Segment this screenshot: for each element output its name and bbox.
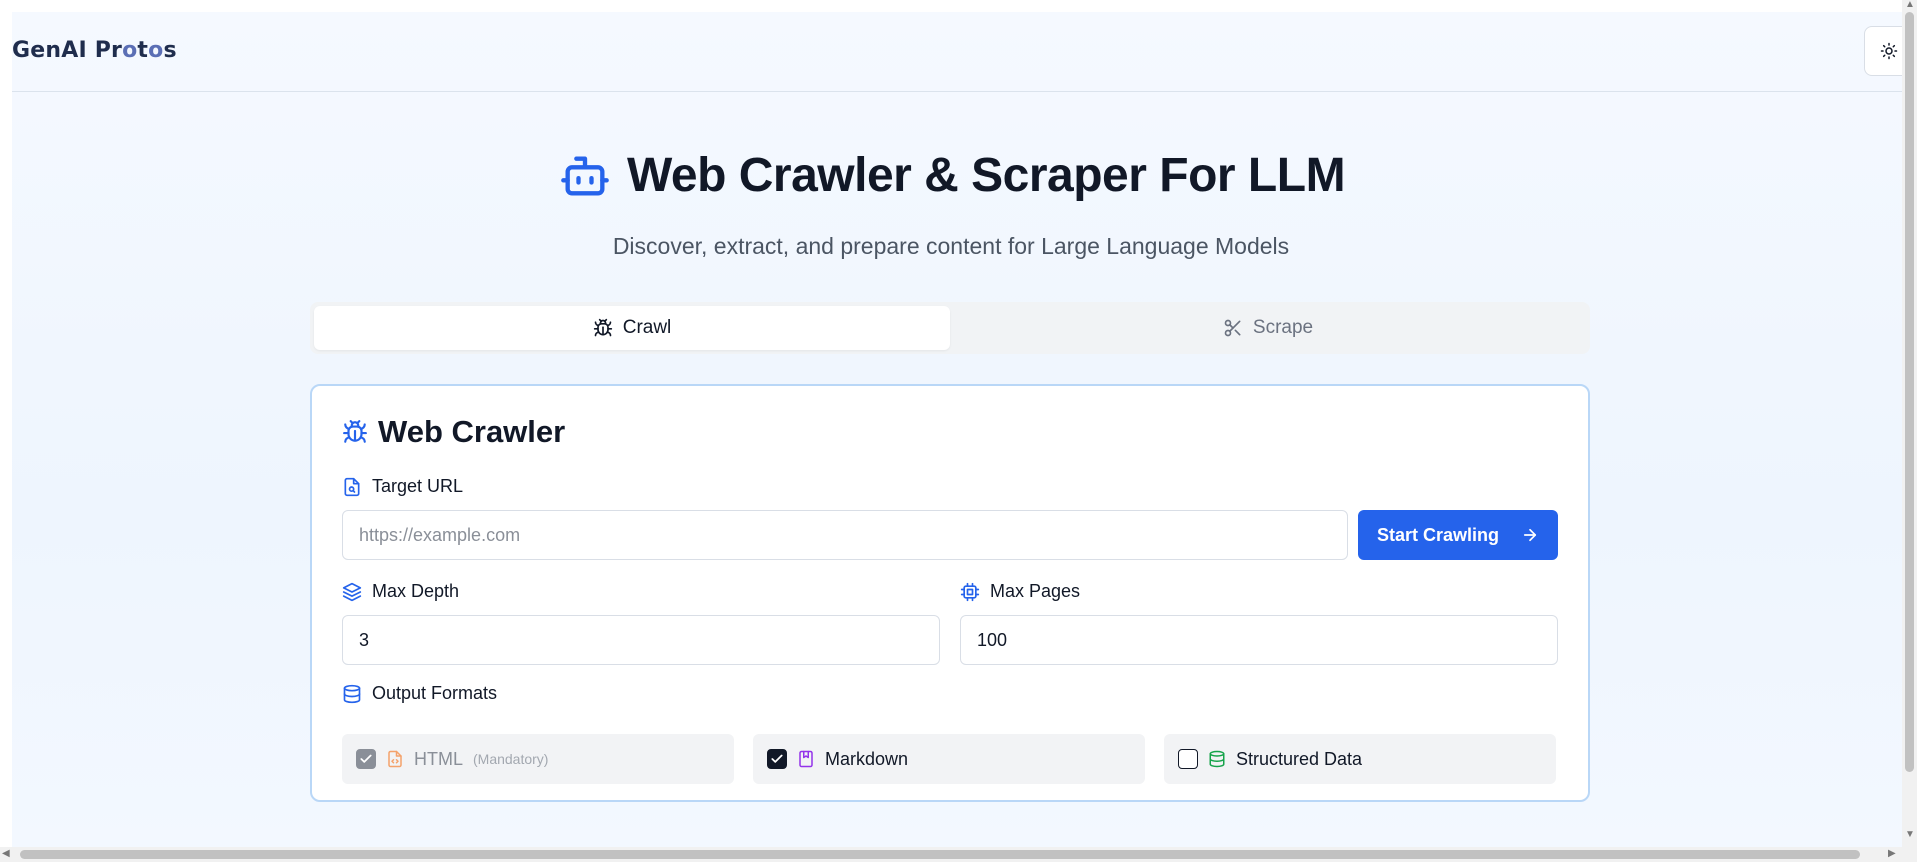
check-icon [360, 754, 372, 763]
html-format-label: HTML [414, 748, 463, 769]
mode-tabs: Crawl Scrape [310, 302, 1590, 354]
bug-icon [343, 420, 367, 443]
html-checkbox [356, 749, 376, 769]
brand-text-o2: o [148, 38, 164, 63]
robot-icon [561, 156, 609, 195]
theme-toggle-button[interactable] [1864, 26, 1902, 76]
file-code-icon [388, 750, 402, 768]
max-depth-input[interactable]: 3 [342, 615, 940, 665]
tab-scrape[interactable]: Scrape [950, 306, 1586, 350]
max-pages-label: Max Pages [990, 581, 1081, 601]
page-background: GenAI Protos Web Crawler & Scraper For L… [0, 12, 1902, 847]
markdown-checkbox[interactable] [767, 749, 787, 769]
sun-icon [1880, 42, 1898, 60]
horizontal-scrollbar[interactable]: ◀ ▶ [0, 847, 1902, 862]
output-formats-label: Output Formats [372, 683, 498, 703]
file-search-icon [344, 477, 360, 496]
cpu-icon [960, 582, 980, 601]
brand-text-2: t [137, 38, 149, 63]
target-url-label: Target URL [372, 476, 464, 496]
page-title: Web Crawler & Scraper For LLM [626, 149, 1346, 202]
format-option-structured-data[interactable]: Structured Data [1164, 734, 1556, 784]
bug-icon [593, 318, 612, 337]
brand-text-o1: o [122, 38, 138, 63]
bookmark-file-icon [799, 750, 813, 768]
format-option-html: HTML (Mandatory) [342, 734, 734, 784]
check-icon [771, 754, 783, 763]
brand-text-3: s [163, 38, 177, 63]
scroll-down-arrow[interactable]: ▼ [1905, 830, 1915, 840]
left-edge [0, 12, 12, 847]
database-icon [343, 684, 361, 703]
format-option-markdown[interactable]: Markdown [753, 734, 1145, 784]
brand-text-1: GenAI Pr [12, 38, 123, 63]
layers-icon [342, 582, 362, 601]
output-formats-label-row: Output Formats [342, 683, 497, 704]
max-pages-input[interactable]: 100 [960, 615, 1558, 665]
tab-crawl[interactable]: Crawl [314, 306, 950, 350]
database-icon [1209, 750, 1225, 768]
start-crawling-button[interactable]: Start Crawling [1358, 510, 1558, 560]
structured-data-format-label: Structured Data [1236, 748, 1363, 769]
structured-data-checkbox[interactable] [1178, 749, 1198, 769]
crawler-card: Web Crawler Target URL https://example.c… [310, 384, 1590, 802]
max-pages-label-row: Max Pages [960, 581, 1080, 602]
arrow-right-icon [1523, 528, 1537, 542]
card-title-row: Web Crawler [342, 414, 565, 450]
vertical-scrollbar[interactable]: ▲ ▼ [1902, 0, 1917, 862]
scissors-icon [1224, 319, 1241, 337]
tab-crawl-label: Crawl [622, 317, 672, 338]
tab-scrape-label: Scrape [1252, 317, 1314, 338]
page-subtitle: Discover, extract, and prepare content f… [612, 233, 1290, 259]
top-header: GenAI Protos [12, 12, 1902, 92]
scroll-left-arrow[interactable]: ◀ [2, 849, 10, 859]
brand-logo[interactable]: GenAI Protos [12, 38, 177, 63]
horizontal-scrollbar-thumb[interactable] [20, 850, 1860, 859]
markdown-format-label: Markdown [825, 748, 909, 769]
vertical-scrollbar-thumb[interactable] [1905, 12, 1914, 772]
card-title: Web Crawler [378, 414, 566, 449]
scroll-right-arrow[interactable]: ▶ [1888, 849, 1896, 859]
max-depth-label: Max Depth [372, 581, 460, 601]
scroll-up-arrow[interactable]: ▲ [1905, 0, 1915, 10]
max-depth-label-row: Max Depth [342, 581, 459, 602]
html-mandatory-note: (Mandatory) [473, 751, 549, 767]
target-url-input[interactable]: https://example.com [342, 510, 1348, 560]
start-crawling-label: Start Crawling [1376, 524, 1500, 545]
target-url-label-row: Target URL [342, 476, 463, 497]
hero-title-row: Web Crawler & Scraper For LLM [0, 148, 1902, 203]
